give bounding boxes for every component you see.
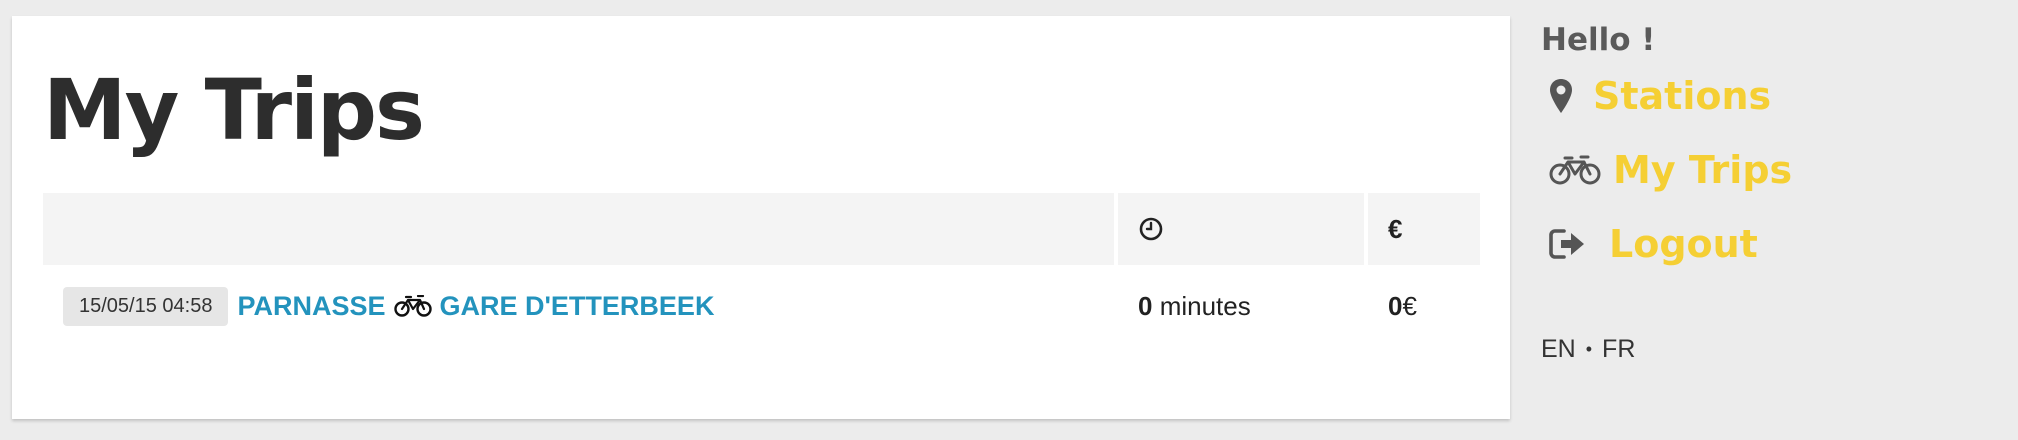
- trips-card: My Trips € 15/05/15 04:58 PARNASSE GARE …: [12, 16, 1510, 419]
- language-separator: •: [1585, 339, 1593, 360]
- price-value: 0: [1388, 290, 1403, 321]
- duration-column-header: [1118, 193, 1364, 265]
- table-header: €: [43, 193, 1480, 265]
- language-en-link[interactable]: EN: [1541, 335, 1576, 364]
- price-currency: €: [1402, 290, 1417, 321]
- price-column-header: €: [1368, 193, 1480, 265]
- language-fr-link[interactable]: FR: [1602, 335, 1635, 364]
- nav-item-my-trips[interactable]: My Trips: [1541, 133, 2001, 207]
- map-pin-icon: [1541, 78, 1581, 114]
- table-row: 15/05/15 04:58 PARNASSE GARE D'ETTERBEEK…: [43, 265, 1480, 347]
- trip-duration-cell: 0 minutes: [1118, 291, 1368, 322]
- trip-price-cell: 0€: [1368, 291, 1480, 322]
- arrival-station-link[interactable]: GARE D'ETTERBEEK: [440, 291, 715, 322]
- logout-icon: [1541, 228, 1609, 260]
- departure-station-link[interactable]: PARNASSE: [237, 291, 385, 322]
- bicycle-icon: [393, 295, 432, 317]
- route-column-header: [43, 193, 1114, 265]
- page-title: My Trips: [43, 61, 425, 159]
- nav-label-logout: Logout: [1609, 222, 1758, 267]
- euro-icon: €: [1388, 213, 1403, 244]
- language-switcher: EN • FR: [1541, 335, 2001, 364]
- nav-label-stations: Stations: [1593, 74, 1772, 119]
- trip-route-cell: 15/05/15 04:58 PARNASSE GARE D'ETTERBEEK: [43, 286, 1118, 326]
- nav-label-my-trips: My Trips: [1613, 148, 1793, 193]
- greeting: Hello !: [1541, 22, 1656, 58]
- nav-item-stations[interactable]: Stations: [1541, 59, 2001, 133]
- duration-unit: minutes: [1159, 290, 1251, 321]
- trip-date-badge: 15/05/15 04:58: [63, 286, 229, 326]
- clock-icon: [1138, 216, 1164, 242]
- trips-table: € 15/05/15 04:58 PARNASSE GARE D'ETTERBE…: [43, 193, 1480, 347]
- bicycle-icon: [1541, 155, 1613, 185]
- sidebar: Hello ! Stations My Trips Logout EN • FR: [1541, 22, 2001, 364]
- duration-value: 0: [1138, 290, 1153, 321]
- nav-item-logout[interactable]: Logout: [1541, 207, 2001, 281]
